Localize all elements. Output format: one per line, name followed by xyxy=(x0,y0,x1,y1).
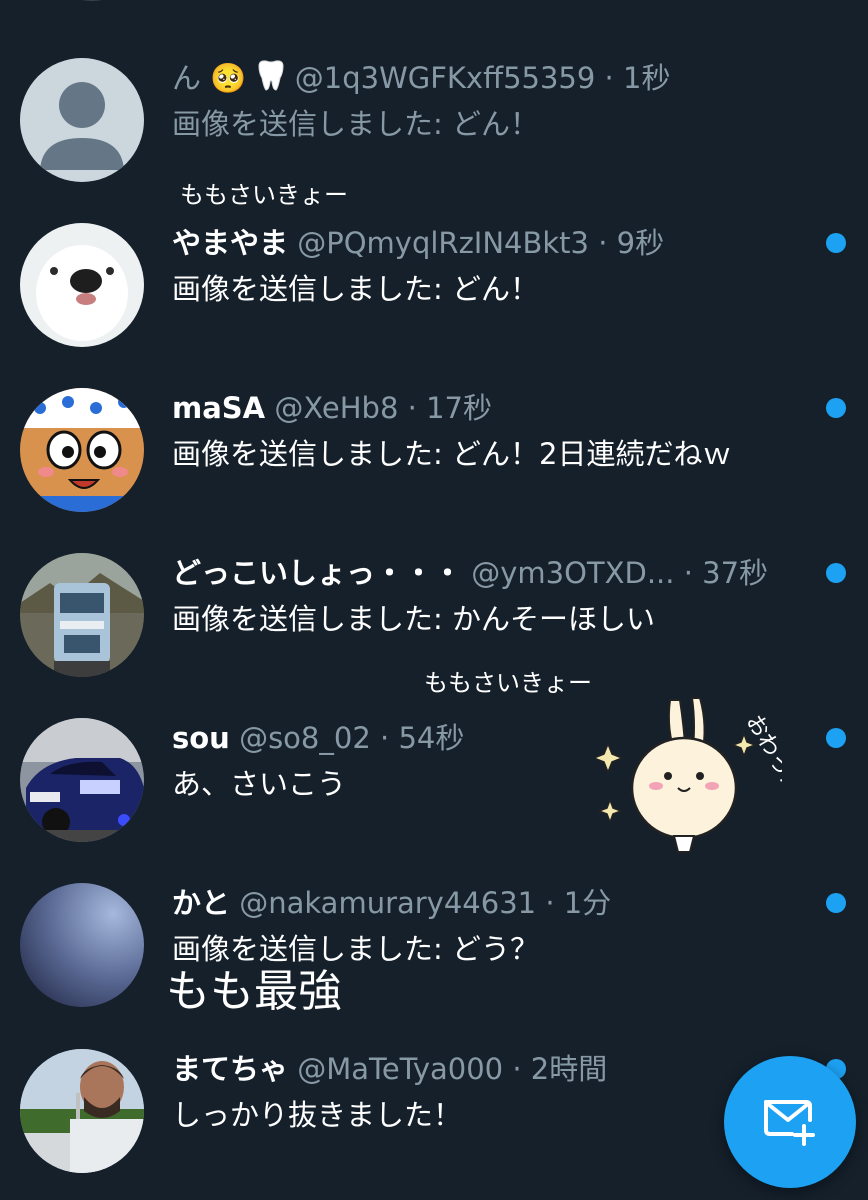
dm-inbox: ん 🥺 @1q3WGFKxff55359 · 1秒 画像を送信しました: どん！… xyxy=(0,0,868,1200)
user-handle: @so8_02 xyxy=(239,721,371,755)
message-preview: 画像を送信しました: かんそーほしい xyxy=(172,602,655,636)
rabbit-sticker-icon: おわった!! xyxy=(591,690,815,860)
conversation-item[interactable]: maSA @XeHb8 · 17秒 画像を送信しました: どん！2日連続だねｗ xyxy=(0,388,868,538)
timestamp: 17秒 xyxy=(426,391,492,425)
new-message-icon xyxy=(764,1100,815,1146)
user-name: やまやま xyxy=(172,226,289,260)
unread-indicator xyxy=(826,893,846,913)
separator: · xyxy=(589,226,617,260)
avatar xyxy=(20,883,144,1007)
separator: · xyxy=(674,556,703,590)
conversation-header: まてちゃ @MaTeTya000 · 2時間 xyxy=(172,1051,808,1087)
avatar xyxy=(20,388,144,512)
conversation-header: maSA @XeHb8 · 17秒 xyxy=(172,390,808,426)
timestamp: 9秒 xyxy=(616,226,665,260)
new-message-button[interactable] xyxy=(724,1056,856,1188)
message-preview: 画像を送信しました: どん！ xyxy=(172,107,539,141)
message-preview: 画像を送信しました: どん！ xyxy=(172,272,539,306)
separator: · xyxy=(370,721,399,755)
overlay-caption: ももさいきょー xyxy=(180,181,348,209)
sticker-text: おわった!! xyxy=(741,711,782,815)
avatar xyxy=(20,553,144,677)
conversation-header: かと @nakamurary44631 · 1分 xyxy=(172,885,808,921)
user-name: sou xyxy=(172,721,230,755)
overlay-caption: ももさいきょー xyxy=(424,669,592,697)
separator: · xyxy=(503,1052,531,1086)
user-name: maSA xyxy=(172,391,266,425)
unread-indicator xyxy=(826,398,846,418)
user-handle: @XeHb8 xyxy=(274,391,399,425)
timestamp: 1分 xyxy=(563,886,612,920)
separator: · xyxy=(536,886,564,920)
conversation-item[interactable]: やまやま @PQmyqlRzIN4Bkt3 · 9秒 画像を送信しました: どん… xyxy=(0,223,868,373)
message-preview: 画像を送信しました: どう？ xyxy=(172,932,539,966)
unread-indicator xyxy=(826,563,846,583)
separator: · xyxy=(398,391,427,425)
avatar xyxy=(20,718,144,842)
separator: · xyxy=(595,61,623,95)
tooth-emoji-icon xyxy=(256,60,286,100)
overlay-big-text: もも最強 xyxy=(166,966,342,1017)
timestamp: 1秒 xyxy=(623,61,671,95)
conversation-header: ん 🥺 @1q3WGFKxff55359 · 1秒 xyxy=(172,60,808,100)
unread-indicator xyxy=(826,728,846,748)
user-handle: @PQmyqlRzIN4Bkt3 xyxy=(297,226,590,260)
unread-indicator xyxy=(826,233,846,253)
avatar xyxy=(20,1049,144,1173)
timestamp: 37秒 xyxy=(702,556,769,590)
avatar xyxy=(20,58,144,182)
user-handle: @nakamurary44631 xyxy=(239,886,537,920)
conversation-item[interactable]: ん 🥺 @1q3WGFKxff55359 · 1秒 画像を送信しました: どん！ xyxy=(0,58,868,208)
avatar-partial xyxy=(44,0,140,1)
user-handle: @MaTeTya000 xyxy=(297,1052,504,1086)
user-name: ん xyxy=(172,61,202,95)
conversation-header: やまやま @PQmyqlRzIN4Bkt3 · 9秒 xyxy=(172,225,808,261)
user-name: どっこいしょっ・・・ xyxy=(172,556,463,590)
avatar xyxy=(20,223,144,347)
timestamp: 2時間 xyxy=(530,1052,608,1086)
user-name: かと xyxy=(172,886,231,920)
user-name: まてちゃ xyxy=(172,1052,289,1086)
message-preview: 画像を送信しました: どん！2日連続だねｗ xyxy=(172,437,732,471)
pleading-face-emoji-icon: 🥺 xyxy=(210,61,247,95)
message-preview: あ、さいこう xyxy=(172,767,347,801)
user-handle: @1q3WGFKxff55359 xyxy=(294,61,596,95)
conversation-header: どっこいしょっ・・・ @ym3OTXD... · 37秒 xyxy=(172,555,808,591)
message-preview: しっかり抜きました！ xyxy=(172,1098,463,1132)
user-handle: @ym3OTXD... xyxy=(471,556,675,590)
timestamp: 54秒 xyxy=(398,721,465,755)
conversation-item[interactable]: かと @nakamurary44631 · 1分 画像を送信しました: どう？ xyxy=(0,883,868,1033)
